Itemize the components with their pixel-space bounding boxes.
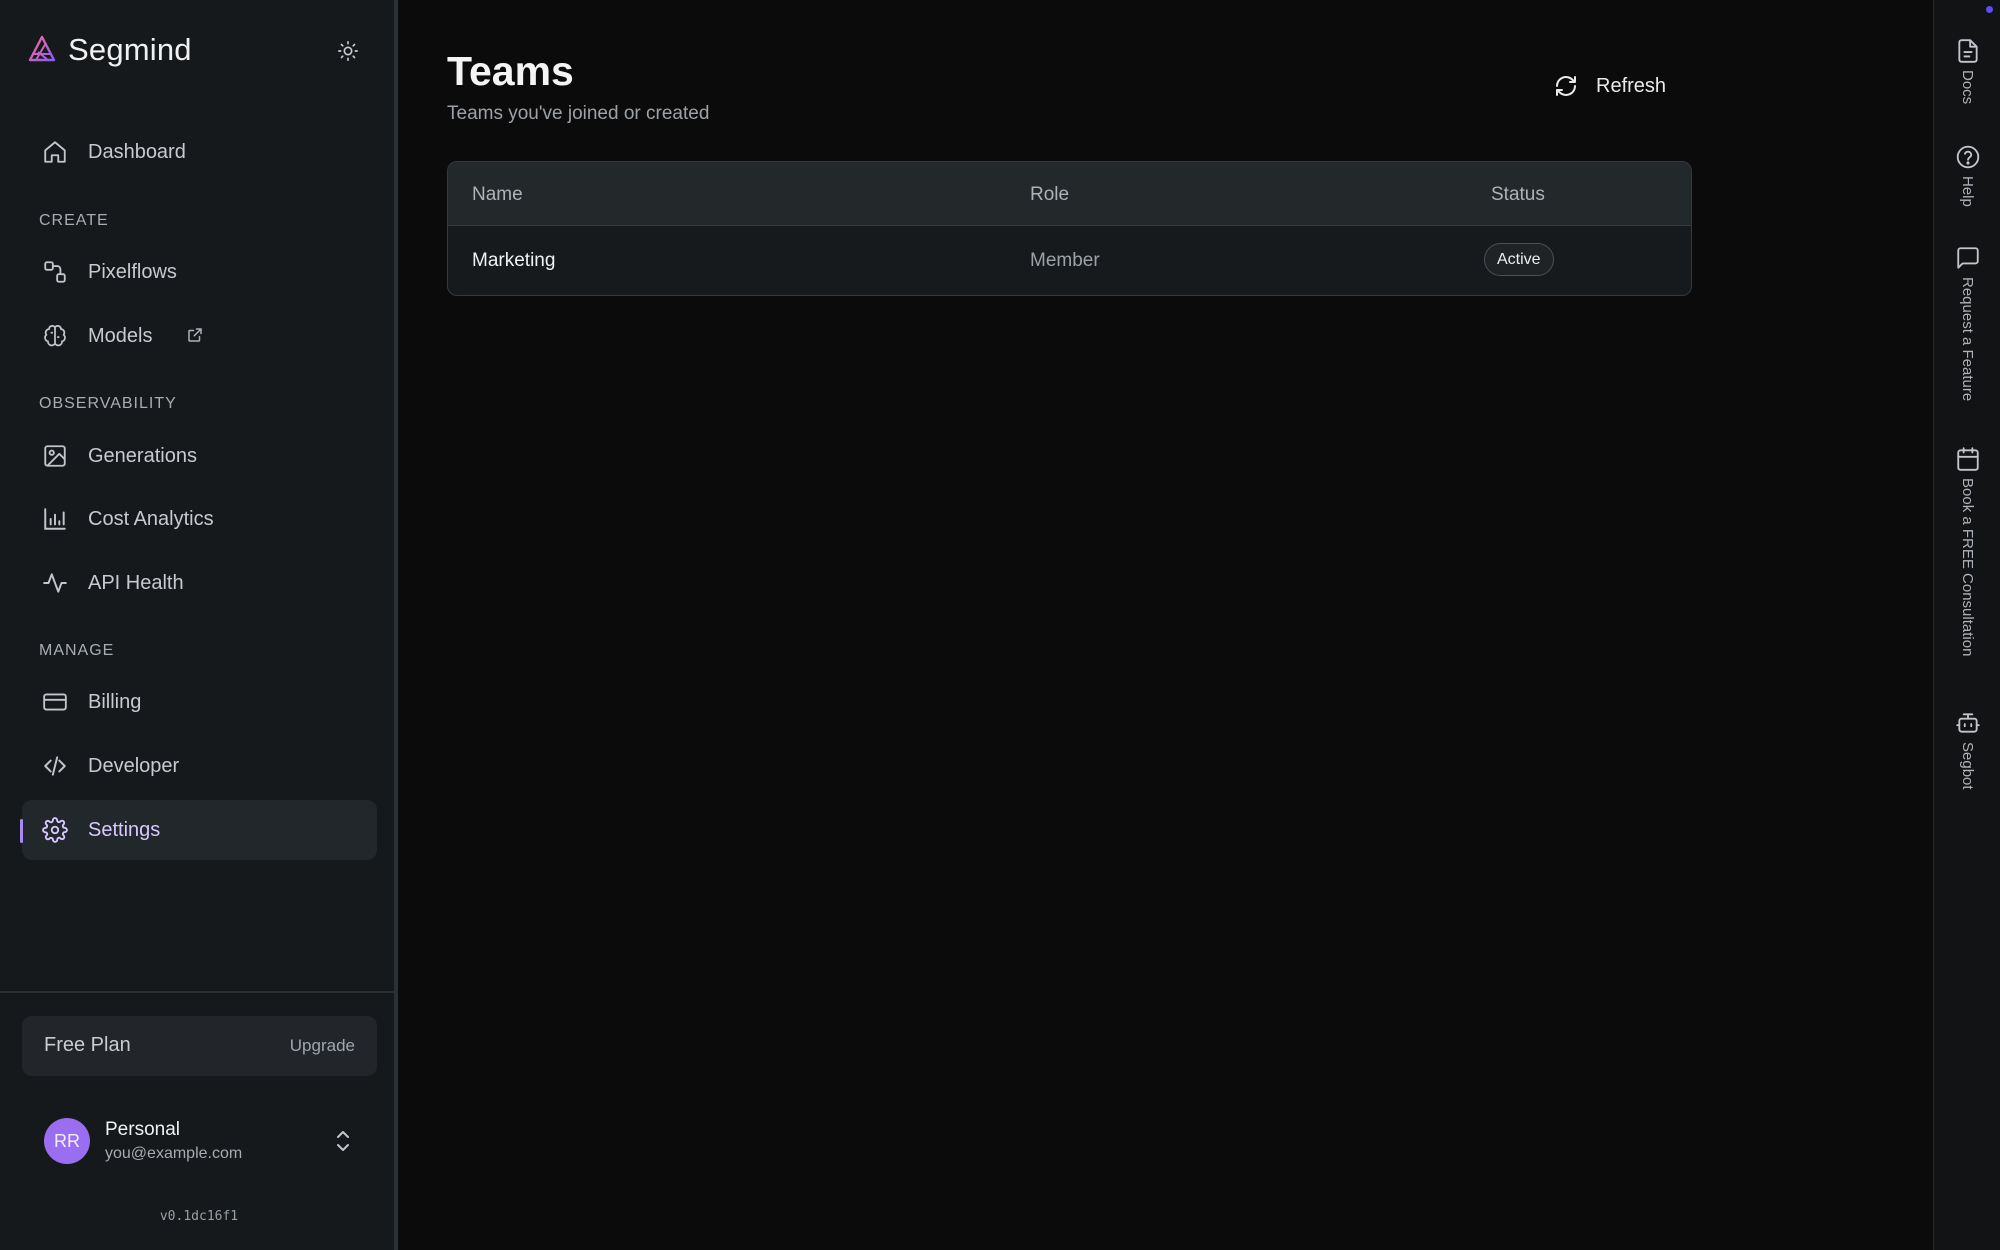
sidebar-item-pixelflows[interactable]: Pixelflows xyxy=(22,242,377,302)
brand[interactable]: Segmind xyxy=(26,30,192,70)
image-icon xyxy=(42,443,68,469)
rail-label: Help xyxy=(1959,176,1976,207)
sidebar-item-api-health[interactable]: API Health xyxy=(22,553,377,613)
rail-item-segbot[interactable]: Segbot xyxy=(1934,710,2000,790)
brand-name: Segmind xyxy=(68,32,192,67)
status-badge: Active xyxy=(1484,243,1554,276)
sidebar-item-label: Developer xyxy=(88,754,180,777)
section-title-create: CREATE xyxy=(39,212,109,229)
rail-label: Docs xyxy=(1959,70,1976,105)
rail-label: Segbot xyxy=(1959,742,1976,790)
team-name-cell[interactable]: Marketing xyxy=(472,250,555,272)
sidebar-item-billing[interactable]: Billing xyxy=(22,672,377,732)
teams-table: Name Role Status Marketing Member Active xyxy=(447,161,1692,296)
sun-icon xyxy=(337,40,359,62)
avatar: RR xyxy=(44,1118,90,1164)
refresh-button[interactable]: Refresh xyxy=(1554,66,1666,106)
segmind-logo-icon xyxy=(26,34,58,66)
sidebar-item-developer[interactable]: Developer xyxy=(22,736,377,796)
external-link-icon xyxy=(186,326,204,344)
brain-icon xyxy=(42,323,68,349)
calendar-icon xyxy=(1955,446,1981,472)
page-title: Teams xyxy=(447,48,574,94)
app-root: Segmind Dashboard CREATE Pixelflows Mode… xyxy=(0,0,2000,1250)
plan-card: Free Plan Upgrade xyxy=(22,1016,377,1076)
help-circle-icon xyxy=(1955,144,1981,170)
account-switcher[interactable]: RR Personal you@example.com xyxy=(44,1118,364,1168)
workflow-icon xyxy=(42,259,68,285)
activity-icon xyxy=(42,570,68,596)
divider xyxy=(0,991,398,993)
sidebar-item-label: Billing xyxy=(88,690,142,713)
rail-label: Request a Feature xyxy=(1959,277,1976,402)
theme-toggle-button[interactable] xyxy=(333,36,363,66)
plan-name: Free Plan xyxy=(44,1034,131,1056)
version-label: v0.1dc16f1 xyxy=(159,1209,239,1224)
refresh-label: Refresh xyxy=(1596,74,1667,97)
section-title-observability: OBSERVABILITY xyxy=(39,395,177,412)
sidebar-item-cost-analytics[interactable]: Cost Analytics xyxy=(22,489,377,549)
rail-item-help[interactable]: Help xyxy=(1934,144,2000,207)
sidebar-item-label: Models xyxy=(88,324,153,347)
page-subtitle: Teams you've joined or created xyxy=(447,103,710,124)
section-title-manage: MANAGE xyxy=(39,642,115,659)
chevrons-up-down-icon xyxy=(334,1128,352,1154)
account-email: you@example.com xyxy=(105,1145,243,1162)
table-header: Name Role Status xyxy=(448,162,1691,226)
account-name: Personal xyxy=(105,1119,180,1140)
upgrade-button[interactable]: Upgrade xyxy=(290,1036,355,1056)
sidebar: Segmind Dashboard CREATE Pixelflows Mode… xyxy=(0,0,398,1250)
document-icon xyxy=(1955,38,1981,64)
sidebar-item-dashboard[interactable]: Dashboard xyxy=(22,122,377,182)
team-role-cell: Member xyxy=(1030,250,1100,271)
home-icon xyxy=(42,139,68,165)
sidebar-item-label: Pixelflows xyxy=(88,260,177,283)
code-icon xyxy=(42,753,68,779)
sidebar-item-label: Dashboard xyxy=(88,140,186,163)
sidebar-item-label: Settings xyxy=(88,818,161,841)
rail-label: Book a FREE Consultation xyxy=(1959,478,1976,657)
sidebar-item-settings[interactable]: Settings xyxy=(22,800,377,860)
column-header-name[interactable]: Name xyxy=(472,184,523,206)
notification-dot xyxy=(1986,6,1993,13)
rail-item-request-feature[interactable]: Request a Feature xyxy=(1934,245,2000,401)
sidebar-item-models[interactable]: Models xyxy=(22,306,377,366)
bot-icon xyxy=(1955,710,1981,736)
column-header-status[interactable]: Status xyxy=(1491,184,1545,206)
sidebar-item-label: Cost Analytics xyxy=(88,507,214,530)
sidebar-item-generations[interactable]: Generations xyxy=(22,426,377,486)
gear-icon xyxy=(42,817,68,843)
right-rail: Docs Help Request a Feature Book a FREE … xyxy=(1933,0,2000,1250)
main-content: Teams Teams you've joined or created Ref… xyxy=(402,0,1933,1250)
message-square-icon xyxy=(1955,245,1981,271)
active-indicator xyxy=(20,819,23,843)
credit-card-icon xyxy=(42,689,68,715)
sidebar-item-label: API Health xyxy=(88,571,184,594)
bar-chart-icon xyxy=(42,506,68,532)
refresh-icon xyxy=(1554,74,1578,98)
rail-item-book-consultation[interactable]: Book a FREE Consultation xyxy=(1934,446,2000,656)
column-header-role[interactable]: Role xyxy=(1030,184,1069,206)
rail-item-docs[interactable]: Docs xyxy=(1934,38,2000,104)
sidebar-item-label: Generations xyxy=(88,444,197,467)
